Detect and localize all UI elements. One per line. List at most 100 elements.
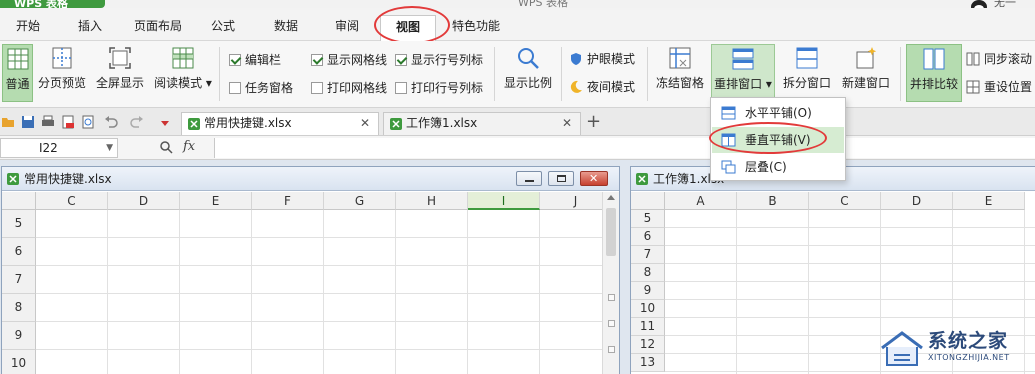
menu-item-tile-vertical[interactable]: 垂直平铺(V): [712, 127, 844, 153]
print-icon[interactable]: [41, 115, 55, 129]
column-header-b[interactable]: B: [737, 192, 809, 210]
row-header-9[interactable]: 9: [2, 322, 36, 350]
eye-protection-label: 护眼模式: [587, 52, 636, 66]
row-header-8[interactable]: 8: [2, 294, 36, 322]
row-header-13[interactable]: 13: [631, 354, 665, 372]
window-splitter: [622, 160, 629, 374]
row-header-8[interactable]: 8: [631, 264, 665, 282]
tab-insert[interactable]: 插入: [70, 15, 110, 41]
tab-view[interactable]: 视图: [380, 15, 436, 41]
function-icon[interactable]: fx: [183, 139, 195, 154]
night-mode-button[interactable]: 夜间模式: [569, 78, 635, 96]
reading-mode-button[interactable]: 阅读模式 ▾: [151, 44, 215, 102]
formula-input[interactable]: [214, 138, 1035, 158]
column-header-e[interactable]: E: [953, 192, 1025, 210]
side-by-side-button[interactable]: 并排比较: [906, 44, 962, 102]
export-pdf-icon[interactable]: [61, 115, 75, 129]
chevron-down-icon[interactable]: ▼: [106, 139, 113, 157]
zoom-label: 显示比例: [503, 76, 552, 90]
app-menu-button[interactable]: WPS 表格: [0, 0, 105, 8]
row-header-11[interactable]: 11: [631, 318, 665, 336]
search-icon[interactable]: [159, 140, 173, 154]
undo-icon[interactable]: [104, 115, 118, 129]
show-gridlines-check-box: [311, 54, 323, 66]
reset-position-icon: [966, 80, 980, 94]
tab-page-layout[interactable]: 页面布局: [128, 15, 188, 41]
column-header-h[interactable]: H: [396, 192, 468, 210]
spreadsheet-grid[interactable]: C D E F G H I J 5 6 7 8 9 10: [2, 192, 619, 374]
new-window-button[interactable]: 新建窗口: [838, 44, 894, 102]
sync-scroll-button[interactable]: 同步滚动: [966, 50, 1032, 68]
menu-item-cascade[interactable]: 层叠(C): [712, 154, 844, 180]
zoom-button[interactable]: 显示比例: [500, 44, 556, 102]
tab-formulas[interactable]: 公式: [203, 15, 243, 41]
new-tab-plus-icon[interactable]: +: [586, 111, 601, 132]
restore-button[interactable]: [548, 171, 574, 186]
print-gridlines-checkbox[interactable]: 打印网格线: [311, 80, 387, 96]
column-header-e[interactable]: E: [180, 192, 252, 210]
column-header-f[interactable]: F: [252, 192, 324, 210]
window-title-label: 常用快捷键.xlsx: [24, 172, 112, 186]
doc-tab-shortcuts[interactable]: 常用快捷键.xlsx ✕: [181, 112, 379, 135]
vertical-scrollbar[interactable]: [602, 192, 619, 374]
print-preview-icon[interactable]: [81, 115, 95, 129]
row-header-10[interactable]: 10: [631, 300, 665, 318]
split-window-button[interactable]: 拆分窗口: [779, 44, 835, 102]
full-screen-button[interactable]: 全屏显示: [94, 44, 146, 102]
name-box[interactable]: I22 ▼: [0, 138, 118, 158]
row-header-6[interactable]: 6: [631, 228, 665, 246]
column-header-c[interactable]: C: [36, 192, 108, 210]
menu-item-tile-horizontal[interactable]: 水平平铺(O): [712, 100, 844, 126]
normal-view-button[interactable]: 普通: [2, 44, 33, 102]
open-folder-icon[interactable]: [1, 115, 15, 129]
customize-toolbar-icon[interactable]: [158, 115, 172, 129]
workbook-window-shortcuts[interactable]: 常用快捷键.xlsx ✕ C D E F G H I J 5 6 7 8 9 10: [1, 166, 620, 374]
freeze-panes-button[interactable]: 冻结窗格: [652, 44, 708, 102]
save-icon[interactable]: [21, 115, 35, 129]
select-all-corner[interactable]: [631, 192, 665, 210]
doc-tab-workbook1[interactable]: 工作簿1.xlsx ✕: [383, 112, 581, 135]
show-gridlines-checkbox[interactable]: 显示网格线: [311, 52, 387, 68]
user-name[interactable]: 无一: [994, 0, 1016, 8]
task-pane-checkbox[interactable]: 任务窗格: [229, 80, 293, 96]
window-title-bar[interactable]: 常用快捷键.xlsx ✕: [2, 167, 619, 191]
row-header-5[interactable]: 5: [631, 210, 665, 228]
row-header-7[interactable]: 7: [2, 266, 36, 294]
page-break-preview-button[interactable]: 分页预览: [36, 44, 88, 102]
close-button[interactable]: ✕: [580, 171, 608, 186]
column-header-a[interactable]: A: [665, 192, 737, 210]
tab-data[interactable]: 数据: [266, 15, 306, 41]
eye-protection-button[interactable]: 护眼模式: [569, 50, 635, 68]
doc-tab-label: 常用快捷键.xlsx: [204, 116, 292, 130]
redo-icon[interactable]: [130, 115, 144, 129]
avatar-icon[interactable]: [968, 0, 990, 8]
print-row-col-headers-checkbox[interactable]: 打印行号列标: [395, 80, 483, 96]
row-header-6[interactable]: 6: [2, 238, 36, 266]
close-tab-icon[interactable]: ✕: [360, 113, 370, 134]
close-tab-icon[interactable]: ✕: [562, 113, 572, 134]
tab-home[interactable]: 开始: [8, 15, 48, 41]
night-mode-label: 夜间模式: [587, 80, 636, 94]
scroll-up-icon[interactable]: [607, 195, 615, 200]
select-all-corner[interactable]: [2, 192, 36, 210]
tab-special-features[interactable]: 特色功能: [446, 15, 506, 41]
column-header-i[interactable]: I: [468, 192, 540, 210]
row-header-10[interactable]: 10: [2, 350, 36, 374]
column-header-c[interactable]: C: [809, 192, 881, 210]
row-header-9[interactable]: 9: [631, 282, 665, 300]
row-header-12[interactable]: 12: [631, 336, 665, 354]
row-header-7[interactable]: 7: [631, 246, 665, 264]
edit-bar-checkbox[interactable]: 编辑栏: [229, 52, 281, 68]
column-header-g[interactable]: G: [324, 192, 396, 210]
minimize-button[interactable]: [516, 171, 542, 186]
column-header-d[interactable]: D: [881, 192, 953, 210]
scrollbar-thumb[interactable]: [606, 208, 616, 256]
reset-position-button[interactable]: 重设位置: [966, 78, 1032, 96]
show-gridlines-label: 显示网格线: [327, 53, 388, 67]
row-header-5[interactable]: 5: [2, 210, 36, 238]
tab-review[interactable]: 审阅: [327, 15, 367, 41]
show-row-col-headers-checkbox[interactable]: 显示行号列标: [395, 52, 483, 68]
column-header-d[interactable]: D: [108, 192, 180, 210]
arrange-windows-button[interactable]: 重排窗口 ▾: [711, 44, 775, 102]
grid-row-line: [665, 299, 1035, 300]
